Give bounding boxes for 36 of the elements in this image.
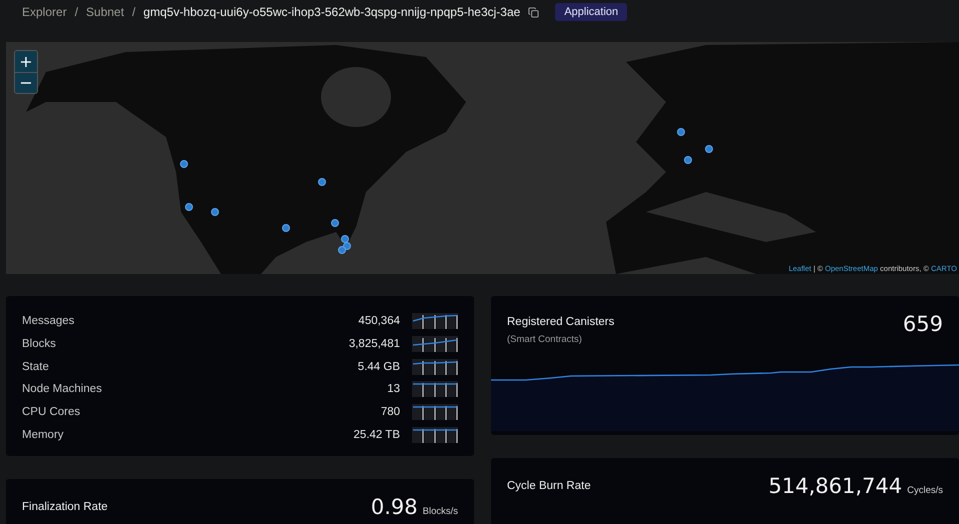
stat-value: 13 xyxy=(387,383,400,396)
subnet-type-badge: Application xyxy=(555,3,628,21)
unit-label: Blocks/s xyxy=(422,506,458,517)
breadcrumb-link[interactable]: Subnet xyxy=(86,5,124,19)
sparkline-drawing xyxy=(412,313,458,330)
card-subtitle: (Smart Contracts) xyxy=(507,334,583,345)
sparkline-drawing xyxy=(412,404,458,420)
sparkline-drawing xyxy=(412,426,458,443)
stat-label: Memory xyxy=(22,428,65,441)
stat-value: 780 xyxy=(380,406,400,418)
stat-label: Blocks xyxy=(22,338,57,350)
stat-label: State xyxy=(22,360,50,373)
breadcrumb-separator: / xyxy=(74,5,78,19)
cycle-burn-value: 514,861,744 xyxy=(768,474,902,498)
stat-value: 25.42 TB xyxy=(354,428,400,441)
copy-icon[interactable] xyxy=(528,6,540,18)
stat-label: Messages xyxy=(22,315,76,328)
card-title: Registered Canisters xyxy=(507,316,614,328)
stat-label: Node Machines xyxy=(22,383,103,396)
unit-label: Cycles/s xyxy=(907,485,943,496)
sparkline-drawing xyxy=(412,381,458,398)
stat-label: CPU Cores xyxy=(22,406,82,418)
zoom-in-button[interactable]: + xyxy=(15,51,37,72)
canisters-value: 659 xyxy=(902,312,943,336)
stat-value: 450,364 xyxy=(358,315,400,328)
breadcrumb-separator: / xyxy=(132,5,136,19)
sparkline-drawing xyxy=(412,358,458,375)
card-title: Cycle Burn Rate xyxy=(507,480,591,492)
card-title: Finalization Rate xyxy=(22,501,108,513)
sparkline-drawing xyxy=(412,336,458,352)
stat-value: 5.44 GB xyxy=(358,360,400,373)
subnet-id: gmq5v-hbozq-uui6y-o55wc-ihop3-562wb-3qspg-nnijg-npqp5-he3cj-3ae xyxy=(143,5,520,19)
breadcrumb-link[interactable]: Explorer xyxy=(22,5,67,19)
zoom-out-button[interactable]: − xyxy=(15,72,37,93)
finalization-value: 0.98 xyxy=(370,495,418,519)
stat-value: 3,825,481 xyxy=(348,338,400,350)
